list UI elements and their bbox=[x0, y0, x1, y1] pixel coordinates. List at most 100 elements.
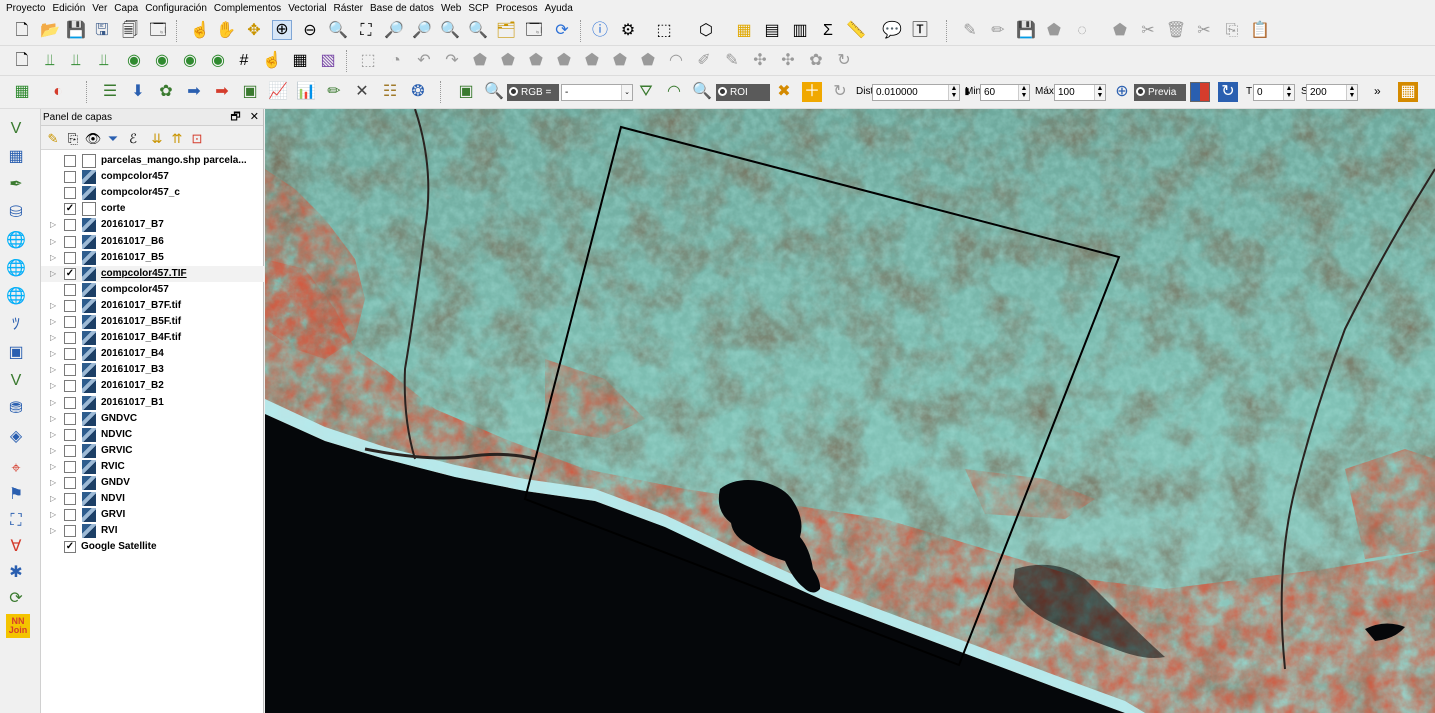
layer-visibility-checkbox[interactable] bbox=[64, 155, 76, 167]
roi-polygon-icon[interactable]: ⛛ bbox=[636, 82, 656, 102]
menu-item-scp[interactable]: SCP bbox=[466, 3, 494, 14]
delete-part-icon[interactable]: ⬟ bbox=[610, 51, 630, 71]
scatter-plot-icon[interactable]: 📊 bbox=[296, 82, 316, 102]
add-ring-icon[interactable]: ◌ bbox=[1072, 21, 1092, 41]
undo-icon[interactable]: ↶ bbox=[414, 51, 434, 71]
layer-row[interactable]: ✓ corte bbox=[41, 201, 264, 217]
layer-row[interactable]: ▷ 20161017_B6 bbox=[41, 234, 264, 250]
open-project-icon[interactable]: 📂 bbox=[40, 21, 60, 41]
layer-row[interactable]: ▷ 20161017_B2 bbox=[41, 378, 264, 394]
add-wms-icon[interactable]: ◉ bbox=[180, 51, 200, 71]
expand-arrow-icon[interactable]: ▷ bbox=[50, 475, 56, 491]
expand-arrow-icon[interactable]: ▷ bbox=[50, 523, 56, 539]
field-calculator-icon[interactable]: ▥ bbox=[790, 21, 810, 41]
georeferencer-icon[interactable]: ⌖ bbox=[6, 459, 26, 479]
expand-arrow-icon[interactable]: ▷ bbox=[50, 443, 56, 459]
layer-row[interactable]: parcelas_mango.shp parcela... bbox=[41, 153, 264, 169]
merge-attributes-icon[interactable]: ✣ bbox=[778, 51, 798, 71]
spectral-plot-icon[interactable]: 📈 bbox=[268, 82, 288, 102]
layer-visibility-checkbox[interactable] bbox=[64, 460, 76, 473]
layer-row[interactable]: ▷ 20161017_B1 bbox=[41, 395, 264, 411]
layer-visibility-checkbox[interactable] bbox=[64, 396, 76, 409]
layer-visibility-checkbox[interactable] bbox=[64, 428, 76, 441]
add-virtual-layer-icon[interactable]: ▣ bbox=[6, 343, 26, 363]
select-features-icon[interactable]: ⬚ bbox=[654, 21, 674, 41]
coordinate-capture-icon[interactable]: ⛶ bbox=[6, 511, 26, 531]
menu-item-complementos[interactable]: Complementos bbox=[212, 3, 286, 14]
add-delimited-text-icon[interactable]: # bbox=[234, 51, 254, 71]
float-panel-button[interactable]: 🗗 bbox=[230, 111, 240, 123]
t-field[interactable]: 0 ▲ ▼ bbox=[1253, 84, 1295, 101]
help-icon[interactable]: ❂ bbox=[408, 82, 428, 102]
nn-join-icon[interactable]: NN Join bbox=[6, 614, 30, 638]
band-processing-icon[interactable]: ➡ bbox=[184, 82, 204, 102]
roi-button[interactable]: ROI bbox=[716, 84, 770, 101]
toolbar-overflow-button[interactable]: » bbox=[1374, 84, 1381, 98]
vertex-tool-icon[interactable]: ✂ bbox=[1138, 21, 1158, 41]
layer-visibility-checkbox[interactable] bbox=[64, 251, 76, 264]
add-raster-stack-icon[interactable]: ▦ bbox=[290, 51, 310, 71]
add-wcs-layer-icon[interactable]: 🌐 bbox=[6, 287, 26, 307]
expand-arrow-icon[interactable]: ▷ bbox=[50, 234, 56, 250]
menu-item-ráster[interactable]: Ráster bbox=[332, 3, 368, 14]
new-geopackage-icon[interactable]: ◈ bbox=[6, 427, 26, 447]
menu-item-ver[interactable]: Ver bbox=[90, 3, 112, 14]
expand-arrow-icon[interactable]: ▷ bbox=[50, 330, 56, 346]
collapse-all-icon[interactable]: ⇈ bbox=[167, 128, 187, 148]
training-input-icon[interactable]: ▣ bbox=[456, 82, 476, 102]
expand-arrow-icon[interactable]: ▷ bbox=[50, 491, 56, 507]
statistics-sigma-icon[interactable]: Σ bbox=[818, 21, 838, 41]
layer-row[interactable]: ▷ NDVI bbox=[41, 491, 264, 507]
add-spatialite-layer-icon[interactable]: ✒ bbox=[6, 175, 26, 195]
select-by-value-icon[interactable]: ⬡ bbox=[696, 21, 716, 41]
layer-row[interactable]: ▷ 20161017_B4F.tif bbox=[41, 330, 264, 346]
add-mssql-icon[interactable]: ◉ bbox=[152, 51, 172, 71]
layer-visibility-checkbox[interactable] bbox=[64, 219, 76, 232]
zoom-to-layer-icon[interactable]: 🔎 bbox=[412, 21, 432, 41]
toggle-editing-icon[interactable]: ✏ bbox=[988, 21, 1008, 41]
add-wfs-layer-icon[interactable]: 🌐 bbox=[6, 259, 26, 279]
layer-row[interactable]: ▷ NDVIC bbox=[41, 427, 264, 443]
expand-arrow-icon[interactable]: ▷ bbox=[50, 250, 56, 266]
action-icon[interactable]: ⚙ bbox=[618, 21, 638, 41]
menu-item-vectorial[interactable]: Vectorial bbox=[286, 3, 331, 14]
layer-row[interactable]: compcolor457_c bbox=[41, 185, 264, 201]
add-vector-icon[interactable]: ⫫ bbox=[40, 51, 60, 71]
add-part-icon[interactable]: ⬟ bbox=[526, 51, 546, 71]
new-bookmark-icon[interactable]: 🗂 bbox=[496, 21, 516, 41]
rotate-feature-icon[interactable]: ↻ bbox=[834, 51, 854, 71]
layer-visibility-checkbox[interactable] bbox=[64, 332, 76, 345]
split-parts-icon[interactable]: ✎ bbox=[722, 51, 742, 71]
rgb-combo-button[interactable]: RGB = bbox=[507, 84, 559, 101]
digitize-polygon-icon[interactable]: ⬚ bbox=[358, 51, 378, 71]
add-postgis-layer-icon[interactable]: ⛁ bbox=[6, 203, 26, 223]
expand-arrow-icon[interactable]: ▷ bbox=[50, 217, 56, 233]
settings-tools-icon[interactable]: ✕ bbox=[352, 82, 372, 102]
roi-temporary-icon[interactable]: ✖ bbox=[774, 82, 794, 102]
add-spatialite-icon[interactable]: ◉ bbox=[124, 51, 144, 71]
deselect-icon[interactable]: ▦ bbox=[734, 21, 754, 41]
layer-row[interactable]: ▷ GNDVC bbox=[41, 411, 264, 427]
expand-arrow-icon[interactable]: ▷ bbox=[50, 314, 56, 330]
zoom-next-icon[interactable]: 🔍 bbox=[468, 21, 488, 41]
zoom-preview-icon[interactable]: ⊕ bbox=[1112, 82, 1132, 102]
expand-arrow-icon[interactable]: ▷ bbox=[50, 411, 56, 427]
raster-calculator-icon[interactable]: ▧ bbox=[318, 51, 338, 71]
layer-visibility-checkbox[interactable] bbox=[64, 493, 76, 506]
expand-arrow-icon[interactable]: ▷ bbox=[50, 298, 56, 314]
save-as-icon[interactable]: 🖫 bbox=[92, 21, 112, 41]
split-features-icon[interactable]: ✐ bbox=[694, 51, 714, 71]
menu-item-configuración[interactable]: Configuración bbox=[143, 3, 212, 14]
download-icon[interactable]: ⬇ bbox=[128, 82, 148, 102]
layer-row[interactable]: ▷ RVIC bbox=[41, 459, 264, 475]
layer-row[interactable]: ▷ GRVI bbox=[41, 507, 264, 523]
add-group-icon[interactable]: ⎘ bbox=[63, 128, 83, 148]
remove-layer-icon[interactable]: ⊡ bbox=[187, 128, 207, 148]
layer-row[interactable]: ▷ 20161017_B7F.tif bbox=[41, 298, 264, 314]
layer-visibility-checkbox[interactable]: ✓ bbox=[64, 203, 76, 216]
max-field[interactable]: 100 ▲ ▼ bbox=[1054, 84, 1106, 101]
layer-row[interactable]: ▷ 20161017_B3 bbox=[41, 362, 264, 378]
new-spatialite-icon[interactable]: ⛃ bbox=[6, 399, 26, 419]
layer-row[interactable]: compcolor457 bbox=[41, 282, 264, 298]
redo-preview-icon[interactable]: ↻ bbox=[1218, 82, 1238, 102]
